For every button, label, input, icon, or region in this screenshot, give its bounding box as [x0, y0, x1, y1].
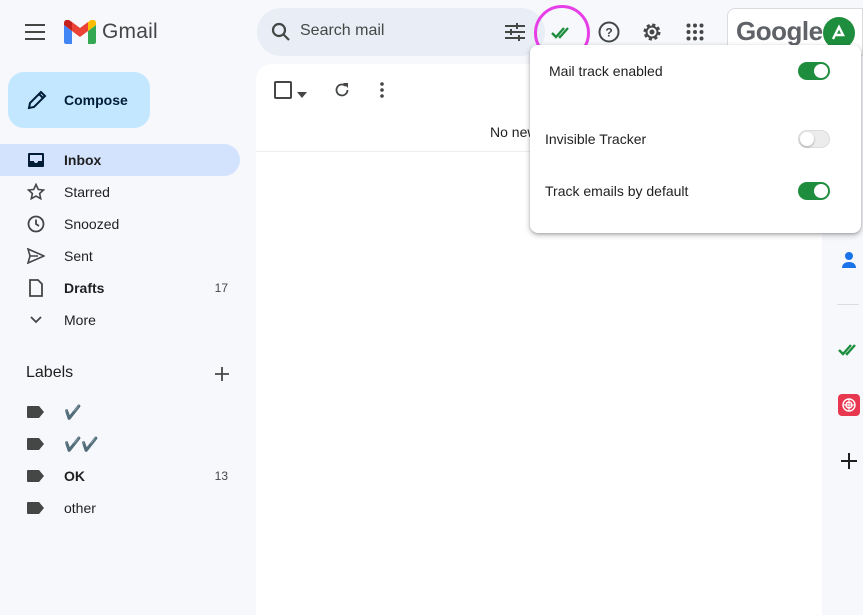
sidebar-item-label: Drafts — [64, 280, 105, 296]
mailtrack-settings-popup: Mail track enabled Invisible Tracker Tra… — [530, 45, 861, 233]
sidebar-item-label: Sent — [64, 248, 93, 264]
sidebar-item-snoozed[interactable]: Snoozed — [0, 208, 240, 240]
chevron-down-icon — [26, 310, 46, 330]
plus-icon — [215, 367, 229, 381]
labels-heading: Labels — [26, 364, 74, 381]
more-vert-icon — [380, 82, 384, 98]
label-tag-icon — [26, 466, 46, 486]
label-name: ✔️ — [64, 403, 82, 420]
mail-track-enabled-toggle[interactable] — [798, 62, 830, 80]
get-addons-button[interactable] — [838, 450, 860, 472]
label-item[interactable]: OK 13 — [0, 460, 240, 492]
toggle-knob — [814, 64, 828, 78]
label-name: ✔️✔️ — [64, 435, 99, 452]
caret-down-icon — [297, 92, 307, 98]
apps-grid-icon — [686, 23, 704, 41]
invisible-tracker-row: Invisible Tracker — [530, 128, 861, 152]
mail-track-enabled-label: Mail track enabled — [549, 63, 663, 79]
label-name: other — [64, 500, 96, 516]
gmail-m-icon — [64, 20, 96, 44]
star-icon — [26, 182, 46, 202]
label-tag-icon — [26, 498, 46, 518]
refresh-button[interactable] — [330, 78, 354, 102]
double-check-icon — [838, 344, 856, 356]
sidebar-item-label: Starred — [64, 184, 110, 200]
label-item[interactable]: other — [0, 492, 240, 524]
label-tag-icon — [26, 434, 46, 454]
google-logo: Google — [736, 16, 823, 46]
select-options-button[interactable] — [297, 85, 307, 103]
search-bar[interactable]: Search mail — [257, 8, 545, 56]
invisible-tracker-label: Invisible Tracker — [545, 131, 647, 147]
sidebar-item-label: Inbox — [64, 152, 102, 168]
hamburger-icon — [25, 24, 45, 40]
google-apps-button[interactable] — [681, 18, 709, 46]
track-by-default-label: Track emails by default — [545, 183, 689, 199]
ai-assistant-button[interactable] — [838, 394, 860, 416]
create-label-button[interactable] — [212, 364, 232, 384]
svg-text:?: ? — [605, 26, 612, 40]
pencil-icon — [27, 90, 47, 110]
mailtrack-sidepanel-button[interactable] — [837, 338, 861, 362]
sidebar-item-drafts[interactable]: Drafts 17 — [0, 272, 240, 304]
label-name: OK — [64, 468, 85, 484]
plus-icon — [841, 453, 857, 469]
select-all-checkbox[interactable] — [274, 81, 292, 99]
help-button[interactable]: ? — [595, 18, 623, 46]
label-count: 13 — [214, 469, 228, 483]
mail-track-enabled-row: Mail track enabled — [530, 60, 861, 84]
app-name: Gmail — [102, 20, 158, 43]
invisible-tracker-toggle[interactable] — [798, 130, 830, 148]
label-tag-icon — [26, 402, 46, 422]
search-options-button[interactable] — [503, 20, 527, 44]
settings-button[interactable] — [638, 18, 666, 46]
sidebar-item-sent[interactable]: Sent — [0, 240, 240, 272]
gmail-logo[interactable]: Gmail — [64, 18, 158, 46]
sidebar-item-label: More — [64, 312, 96, 328]
main-menu-button[interactable] — [20, 16, 52, 48]
contacts-icon — [842, 252, 856, 268]
track-by-default-toggle[interactable] — [798, 182, 830, 200]
toggle-knob — [800, 132, 814, 146]
send-icon — [26, 246, 46, 266]
double-check-icon — [551, 27, 569, 39]
sidebar-item-more[interactable]: More — [0, 304, 240, 336]
compose-button[interactable]: Compose — [8, 72, 150, 128]
account-avatar-icon — [831, 24, 845, 40]
divider — [837, 304, 859, 305]
search-input[interactable]: Search mail — [300, 22, 384, 40]
sidebar-item-count: 17 — [214, 281, 228, 295]
label-item[interactable]: ✔️ — [0, 396, 240, 428]
search-icon[interactable] — [269, 20, 293, 44]
contacts-button[interactable] — [839, 250, 859, 270]
track-by-default-row: Track emails by default — [530, 180, 861, 204]
refresh-icon — [335, 83, 349, 97]
tune-icon — [505, 23, 525, 41]
draft-file-icon — [26, 278, 46, 298]
clock-icon — [26, 214, 46, 234]
label-item[interactable]: ✔️✔️ — [0, 428, 240, 460]
toggle-knob — [814, 184, 828, 198]
compose-label: Compose — [64, 92, 128, 108]
sidebar-item-label: Snoozed — [64, 216, 120, 232]
more-options-button[interactable] — [370, 78, 394, 102]
ai-knot-icon — [842, 398, 856, 412]
gear-icon — [643, 23, 661, 41]
help-icon: ? — [598, 21, 620, 43]
sidebar-item-inbox[interactable]: Inbox — [0, 144, 240, 176]
inbox-icon — [26, 150, 46, 170]
sidebar-item-starred[interactable]: Starred — [0, 176, 240, 208]
